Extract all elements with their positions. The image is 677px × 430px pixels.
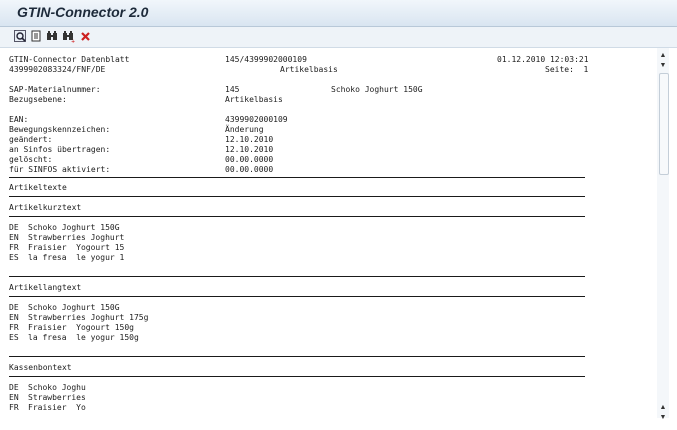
field-label: Bezugsebene: [9,95,67,104]
header-level: Artikelbasis [280,65,338,74]
separator [9,356,585,357]
header-title: GTIN-Connector Datenblatt [9,55,130,64]
field-label: SAP-Materialnummer: [9,85,101,94]
scroll-down-step-icon[interactable]: ▲ [659,404,667,412]
separator [9,196,585,197]
lang-code: EN [9,313,19,322]
datasheet-content: GTIN-Connector Datenblatt 145/4399902000… [0,48,655,430]
section-title-kassenbontext: Kassenbontext [9,363,72,372]
lang-code: DE [9,383,19,392]
scrollbar-thumb[interactable] [659,73,669,175]
lang-code: ES [9,253,19,262]
header-id: 145/4399902000109 [225,55,307,64]
field-label: geändert: [9,135,53,144]
lang-text: Strawberries [28,393,86,402]
close-icon[interactable] [79,30,92,43]
field-value: 12.10.2010 [225,145,274,154]
lang-code: DE [9,303,19,312]
separator [9,296,585,297]
toolbar: + [0,27,677,48]
separator [9,177,585,178]
field-value: 12.10.2010 [225,135,274,144]
field-label: EAN: [9,115,29,124]
lang-code: FR [9,243,19,252]
svg-text:+: + [71,39,75,43]
separator [9,376,585,377]
field-value: 4399902000109 [225,115,288,124]
lang-code: FR [9,323,19,332]
window-title: GTIN-Connector 2.0 [17,4,149,20]
scroll-down-icon[interactable]: ▼ [659,414,667,422]
lang-code: DE [9,223,19,232]
title-bar: GTIN-Connector 2.0 [0,0,677,27]
search-next-icon[interactable]: + [62,30,75,45]
lang-text: Schoko Joghurt 150G [28,303,120,312]
find-icon[interactable] [14,30,27,43]
field-value: Artikelbasis [225,95,283,104]
lang-text: Fraisier Yo [28,403,86,412]
lang-text: Schoko Joghu [28,383,86,392]
header-gtin: 4399902083324/FNF/DE [9,65,106,74]
header-datetime: 01.12.2010 12:03:21 [497,55,589,64]
lang-text: Strawberries Joghurt [28,233,125,242]
header-page: Seite: 1 [545,65,589,74]
field-value: 145 [225,85,240,94]
lang-code: ES [9,333,19,342]
lang-text: Fraisier Yogourt 150g [28,323,134,332]
field-value: Änderung [225,125,264,134]
sap-window: GTIN-Connector 2.0 + GTIN-Connector Date… [0,0,677,430]
field-label: gelöscht: [9,155,53,164]
lang-code: FR [9,403,19,412]
field-extra: Schoko Joghurt 150G [331,85,423,94]
scroll-up-step-icon[interactable]: ▼ [659,62,667,70]
section-title-artikeltexte: Artikeltexte [9,183,67,192]
separator [9,276,585,277]
lang-text: Fraisier Yogourt 15 [28,243,125,252]
lang-text: la fresa le yogur 1 [28,253,125,262]
print-icon[interactable] [30,30,43,43]
lang-code: EN [9,393,19,402]
section-title-kurztext: Artikelkurztext [9,203,82,212]
field-value: 00.00.0000 [225,155,274,164]
field-label: für SINFOS aktiviert: [9,165,111,174]
lang-text: Strawberries Joghurt 175g [28,313,149,322]
search-icon[interactable] [46,30,59,43]
lang-code: EN [9,233,19,242]
separator [9,216,585,217]
scroll-up-icon[interactable]: ▲ [659,52,667,60]
section-title-langtext: Artikellangtext [9,283,82,292]
field-label: Bewegungskennzeichen: [9,125,111,134]
lang-text: Schoko Joghurt 150G [28,223,120,232]
lang-text: la fresa le yogur 150g [28,333,139,342]
field-value: 00.00.0000 [225,165,274,174]
field-label: an Sinfos übertragen: [9,145,111,154]
